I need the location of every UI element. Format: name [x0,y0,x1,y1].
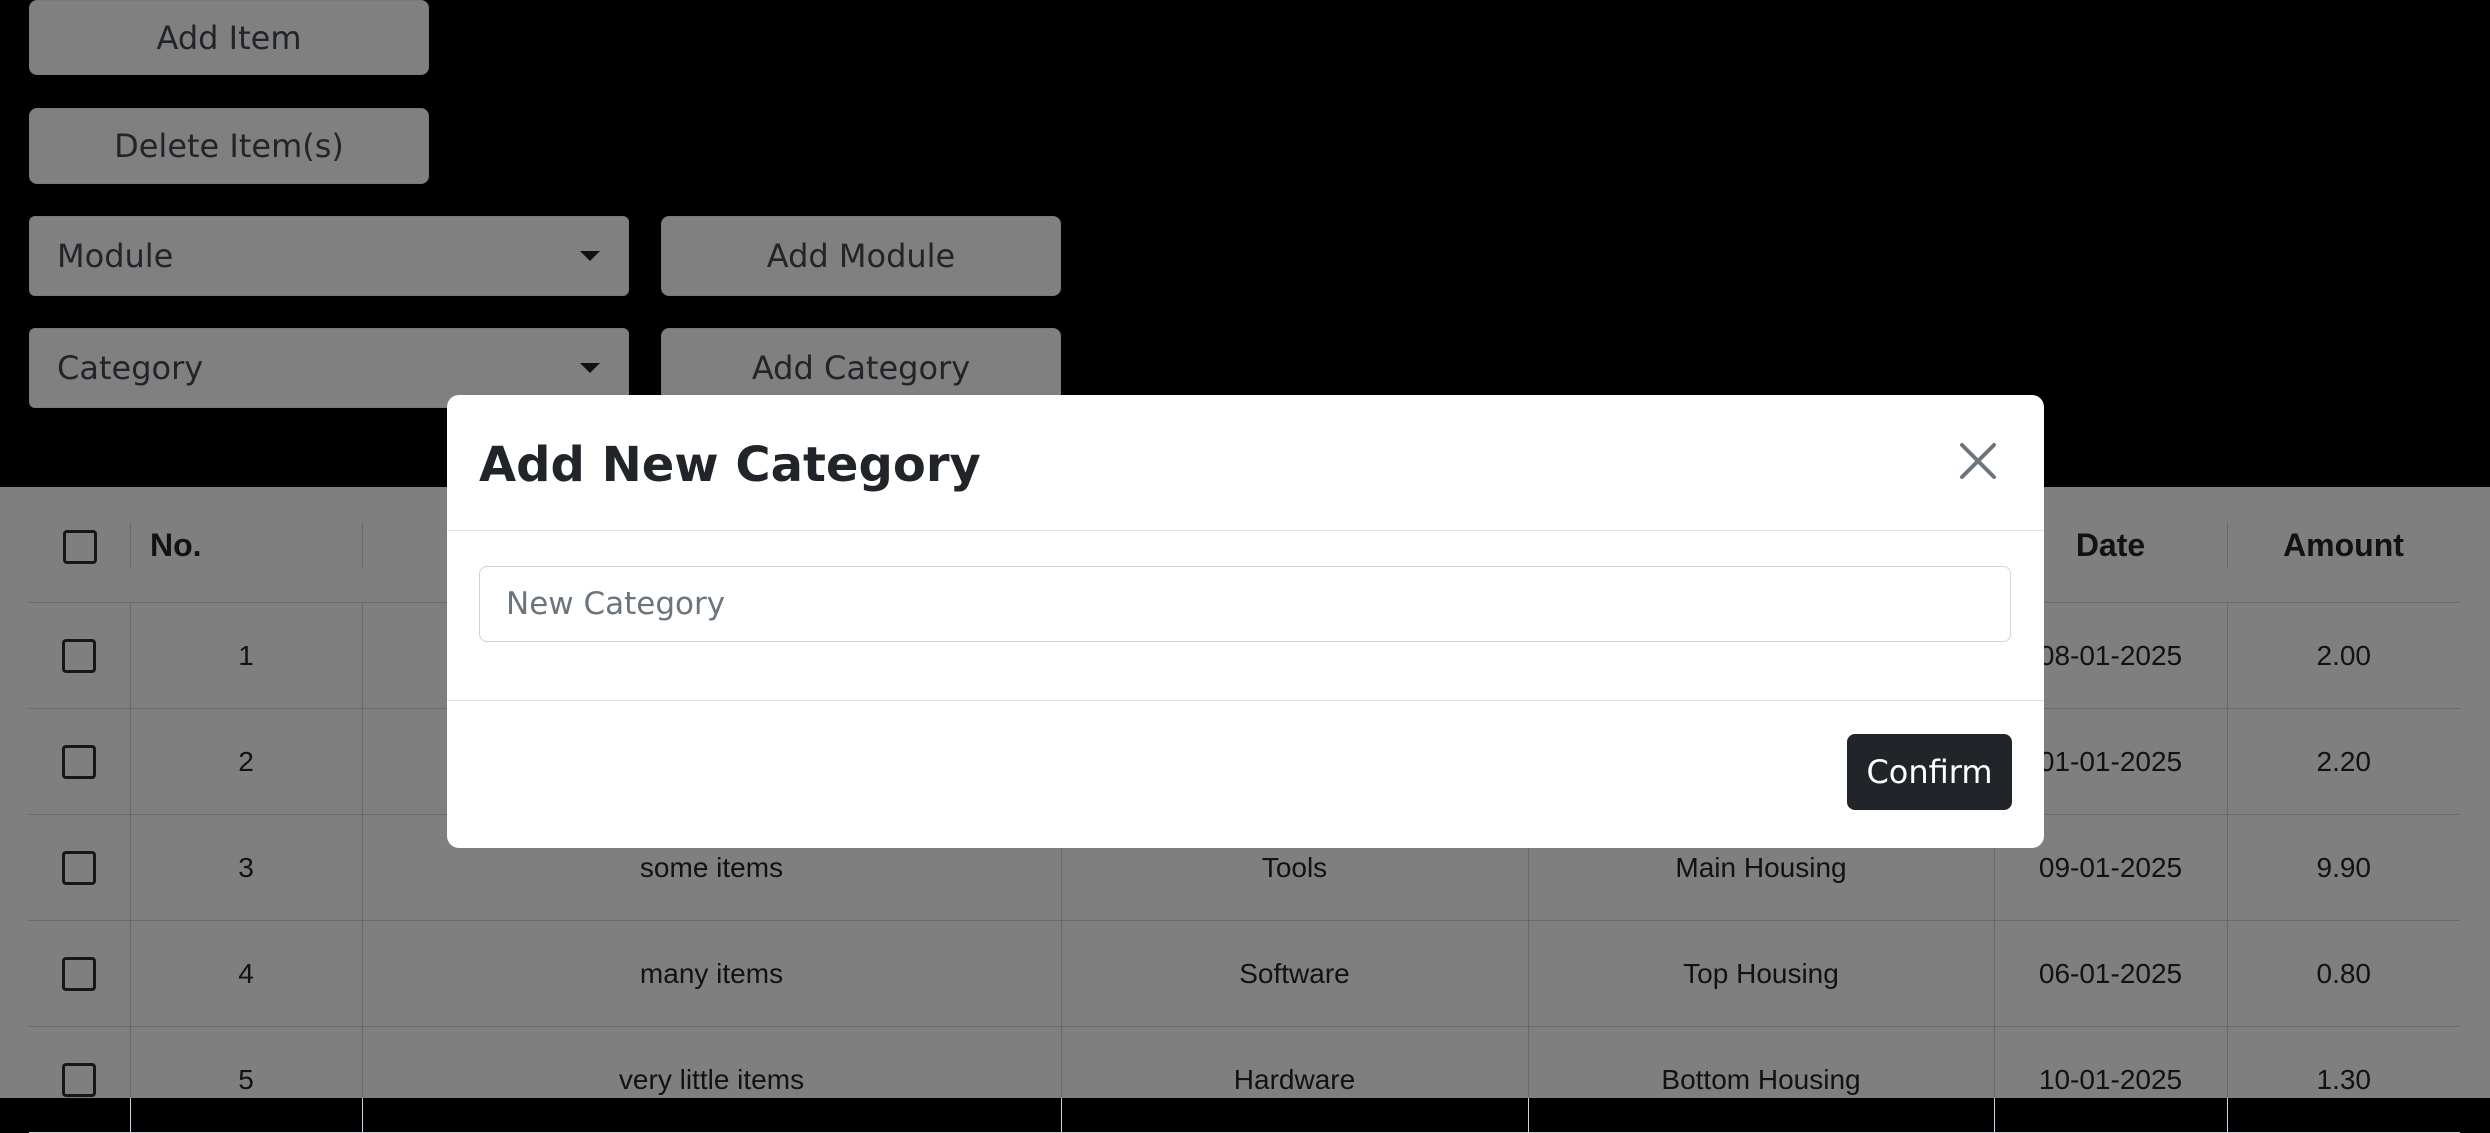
module-select-value: Module [57,237,174,275]
modal-body [447,531,2044,701]
new-category-input[interactable] [479,566,2011,642]
delete-items-button[interactable]: Delete Item(s) [29,108,429,184]
chevron-down-icon [580,251,600,261]
close-icon [1960,443,1996,479]
modal-title: Add New Category [479,437,981,493]
confirm-button[interactable]: Confirm [1847,734,2012,810]
chevron-down-icon [580,363,600,373]
module-select[interactable]: Module [29,216,629,296]
add-category-modal: Add New Category Confirm [447,395,2044,848]
close-button[interactable] [1956,439,2000,483]
category-select-value: Category [57,349,204,387]
add-item-button[interactable]: Add Item [29,0,429,75]
add-module-button[interactable]: Add Module [661,216,1061,296]
modal-footer: Confirm [447,701,2044,848]
modal-header: Add New Category [447,395,2044,531]
